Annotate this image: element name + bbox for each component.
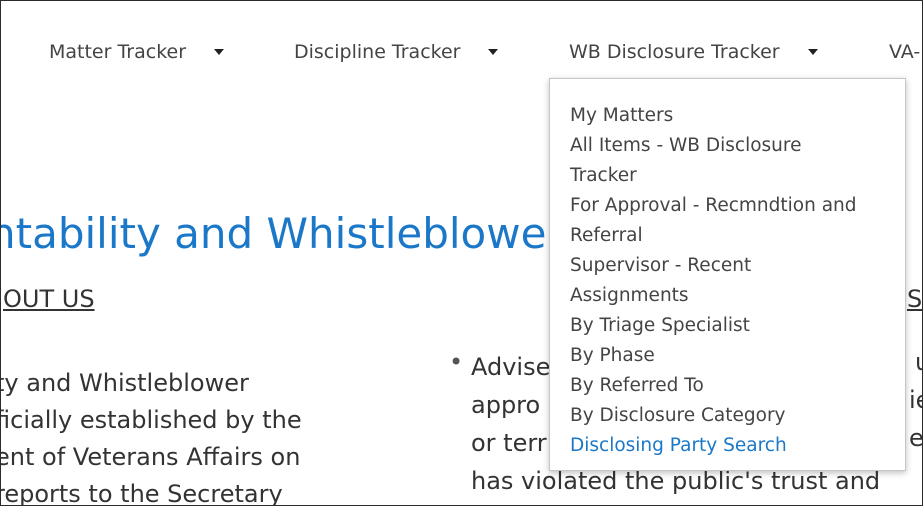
menu-item-by-referred-to[interactable]: By Referred To (570, 371, 890, 401)
menu-item-line: Tracker (570, 165, 637, 186)
left-body-text: ty and Whistleblower ficially establishe… (0, 365, 302, 506)
menu-item-disclosing-party-search[interactable]: Disclosing Party Search (570, 431, 890, 461)
menu-item-all-items[interactable]: All Items - WB Disclosure Tracker (570, 131, 890, 191)
bullet-icon: • (449, 348, 464, 376)
page-title: ntability and Whistleblowe (0, 209, 547, 258)
menu-item-by-disclosure-category[interactable]: By Disclosure Category (570, 401, 890, 431)
about-us-link[interactable]: OUT US (3, 285, 95, 313)
menu-item-line: Referral (570, 225, 643, 246)
top-navigation: Matter Tracker Discipline Tracker WB Dis… (1, 41, 922, 69)
nav-item-label: Matter Tracker (49, 41, 187, 63)
caret-down-icon[interactable] (807, 49, 818, 55)
nav-item-label: Discipline Tracker (294, 41, 461, 63)
menu-item-line: Supervisor - Recent (570, 255, 752, 276)
menu-item-by-phase[interactable]: By Phase (570, 341, 890, 371)
caret-down-icon[interactable] (214, 49, 225, 55)
body-line: reports to the Secretary (0, 480, 283, 506)
body-line: ty and Whistleblower (0, 369, 249, 397)
nav-item-label: WB Disclosure Tracker (569, 41, 780, 63)
menu-item-my-matters[interactable]: My Matters (570, 101, 890, 131)
body-fragment: u (915, 348, 922, 376)
nav-item-label: VA- (889, 41, 921, 63)
body-fragment: er (909, 424, 923, 452)
nav-item-wb-disclosure-tracker[interactable]: WB Disclosure Tracker (569, 41, 818, 63)
body-line: ficially established by the (0, 406, 302, 434)
body-line: ent of Veterans Affairs on (0, 443, 301, 471)
menu-item-line: Assignments (570, 285, 689, 306)
nav-item-va[interactable]: VA- (889, 41, 920, 63)
menu-item-line: All Items - WB Disclosure (570, 135, 802, 156)
page-frame: Matter Tracker Discipline Tracker WB Dis… (0, 0, 923, 506)
menu-item-by-triage-specialist[interactable]: By Triage Specialist (570, 311, 890, 341)
menu-item-supervisor-recent[interactable]: Supervisor - Recent Assignments (570, 251, 890, 311)
menu-item-for-approval[interactable]: For Approval - Recmndtion and Referral (570, 191, 890, 251)
nav-item-matter-tracker[interactable]: Matter Tracker (49, 41, 225, 63)
caret-down-icon[interactable] (488, 49, 499, 55)
wb-disclosure-dropdown-menu: My Matters All Items - WB Disclosure Tra… (549, 78, 906, 471)
body-fragment: ie (909, 386, 922, 414)
menu-item-line: For Approval - Recmndtion and (570, 195, 857, 216)
right-heading-link[interactable]: S (907, 285, 922, 313)
nav-item-discipline-tracker[interactable]: Discipline Tracker (294, 41, 499, 63)
